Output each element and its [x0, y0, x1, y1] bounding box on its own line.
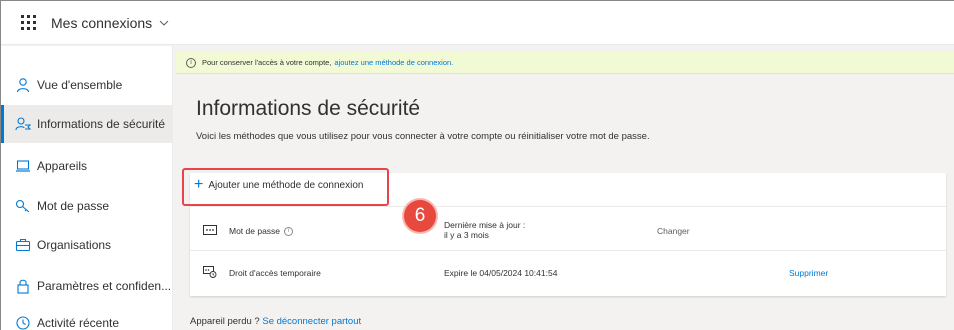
sidebar-item-label: Vue d'ensemble [37, 78, 123, 92]
password-dots-icon [203, 225, 217, 235]
sidebar-item-label: Paramètres et confiden... [37, 279, 172, 293]
banner-text: Pour conserver l'accès à votre compte, [202, 58, 332, 67]
page-title: Informations de sécurité [196, 97, 421, 120]
sidebar-item-overview[interactable]: Vue d'ensemble [1, 66, 173, 104]
method-detail: Expire le 04/05/2024 10:41:54 [444, 268, 558, 278]
lock-icon [17, 279, 29, 294]
sidebar-item-label: Organisations [37, 238, 112, 252]
change-password-button[interactable]: Changer [657, 226, 690, 236]
method-detail: Dernière mise à jour : il y a 3 mois [444, 220, 525, 240]
app-title[interactable]: Mes connexions [51, 15, 152, 31]
person-icon [16, 78, 30, 93]
method-name: Mot de passe i [229, 226, 294, 236]
briefcase-icon [15, 238, 31, 252]
method-name: Droit d'accès temporaire [229, 268, 321, 278]
method-name-text: Droit d'accès temporaire [229, 268, 321, 278]
step-number-badge: 6 [404, 200, 436, 232]
sidebar: Vue d'ensemble Informations de sécurité … [1, 46, 173, 330]
sidebar-item-security-info[interactable]: Informations de sécurité [1, 105, 173, 143]
lost-device-section: Appareil perdu ? Se déconnecter partout [190, 316, 361, 327]
sidebar-item-devices[interactable]: Appareils [1, 147, 173, 185]
page-description: Voici les méthodes que vous utilisez pou… [196, 131, 650, 142]
delete-method-link[interactable]: Supprimer [789, 268, 828, 278]
method-detail-line1: Dernière mise à jour : [444, 220, 526, 230]
temporary-access-icon [203, 266, 217, 278]
method-row-temporary-access: Droit d'accès temporaire Expire le 04/05… [190, 253, 946, 293]
sidebar-item-organizations[interactable]: Organisations [1, 226, 173, 264]
chevron-down-icon[interactable] [158, 17, 170, 29]
security-info-icon [15, 117, 31, 131]
info-icon: i [186, 57, 196, 68]
method-row-password: Mot de passe i Dernière mise à jour : il… [190, 211, 946, 251]
sidebar-item-label: Informations de sécurité [37, 117, 166, 131]
sidebar-item-privacy-settings[interactable]: Paramètres et confiden... [1, 267, 173, 305]
top-bar: Mes connexions [1, 1, 954, 45]
method-detail-line2: il y a 3 mois [444, 230, 489, 240]
banner-add-method-link[interactable]: ajoutez une méthode de connexion. [334, 58, 453, 67]
notification-banner: i Pour conserver l'accès à votre compte,… [176, 52, 954, 74]
app-launcher-icon[interactable] [21, 14, 37, 31]
sidebar-item-label: Mot de passe [37, 199, 110, 213]
sidebar-item-recent-activity[interactable]: Activité récente [1, 304, 173, 330]
history-icon [16, 316, 30, 330]
sidebar-item-password[interactable]: Mot de passe [1, 187, 173, 225]
sign-out-everywhere-link[interactable]: Se déconnecter partout [262, 316, 361, 327]
lost-device-text: Appareil perdu ? [190, 316, 260, 327]
info-icon[interactable]: i [284, 226, 294, 236]
laptop-icon [16, 160, 30, 172]
sidebar-item-label: Appareils [37, 159, 88, 173]
method-name-text: Mot de passe [229, 226, 281, 236]
key-icon [15, 199, 30, 213]
highlight-box [182, 168, 389, 206]
sidebar-item-label: Activité récente [37, 316, 120, 330]
